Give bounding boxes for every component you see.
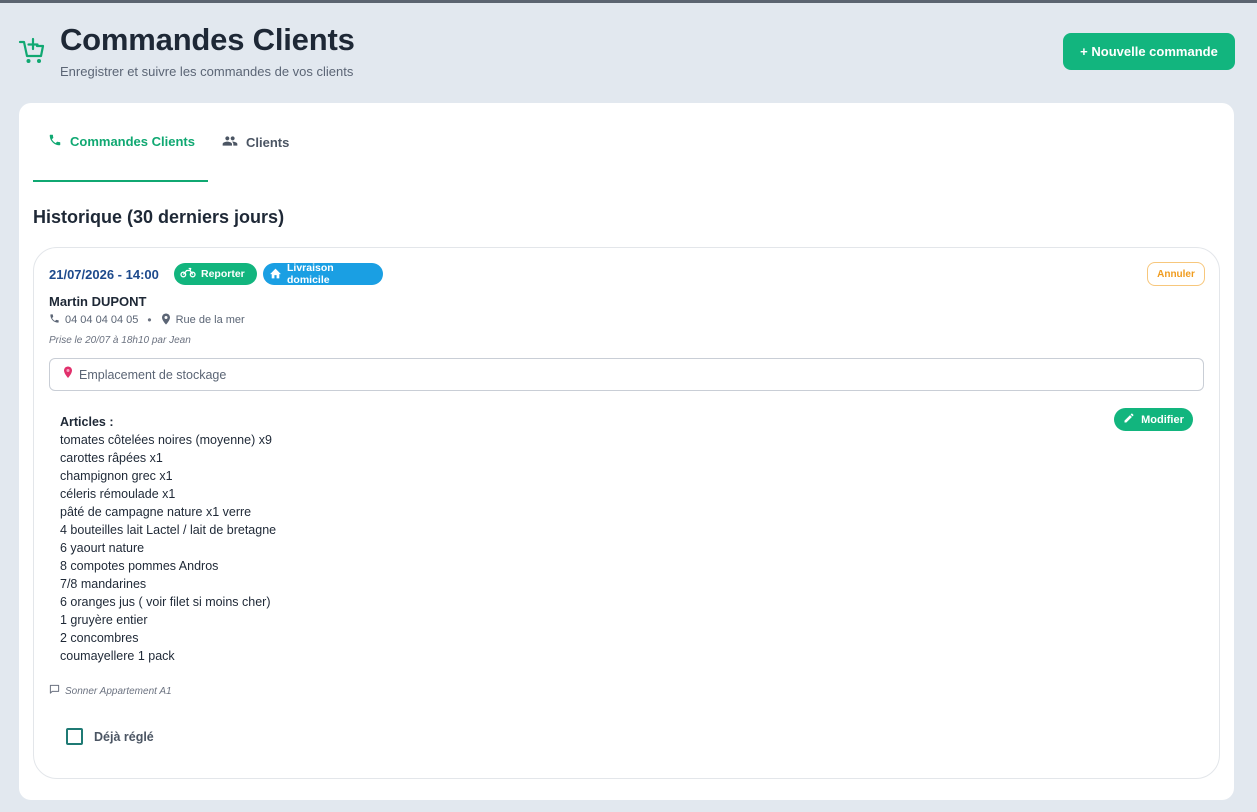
storage-location-input[interactable]	[79, 367, 1179, 382]
already-paid-toggle[interactable]: Déjà réglé	[66, 728, 154, 745]
article-item: 2 concombres	[60, 631, 139, 645]
home-icon	[269, 267, 287, 282]
phone-icon	[48, 133, 70, 150]
article-item: coumayellere 1 pack	[60, 649, 175, 663]
badge-label: Reporter	[201, 268, 245, 280]
page-title: Commandes Clients	[60, 22, 355, 57]
article-item: 4 bouteilles lait Lactel / lait de breta…	[60, 523, 277, 537]
phone-icon	[49, 313, 65, 327]
comment-text: Sonner Appartement A1	[65, 685, 172, 697]
article-item: champignon grec x1	[60, 469, 173, 483]
article-item: 7/8 mandarines	[60, 577, 147, 591]
comment-icon	[49, 684, 65, 698]
article-item: pâté de campagne nature x1 verre	[60, 505, 252, 519]
client-address: Rue de la mer	[175, 314, 245, 326]
order-comment: Sonner Appartement A1	[49, 684, 172, 698]
article-item: céleris rémoulade x1	[60, 487, 176, 501]
order-card: 21/07/2026 - 14:00 Reporter Livraison do…	[33, 247, 1220, 779]
page-subtitle: Enregistrer et suivre les commandes de v…	[60, 64, 354, 79]
tab-bar: Commandes Clients Clients	[33, 103, 433, 182]
storage-location-field[interactable]	[49, 358, 1204, 391]
articles-title: Articles :	[60, 415, 114, 429]
article-item: 6 yaourt nature	[60, 541, 145, 555]
pencil-icon	[1123, 412, 1141, 427]
cancel-button[interactable]: Annuler	[1147, 262, 1205, 286]
new-order-button[interactable]: + Nouvelle commande	[1063, 33, 1235, 70]
separator-dot: •	[147, 313, 152, 327]
article-item: 1 gruyère entier	[60, 613, 148, 627]
postpone-badge[interactable]: Reporter	[174, 263, 257, 285]
tab-clients[interactable]: Clients	[222, 103, 289, 182]
map-pin-icon	[63, 366, 79, 384]
badge-label: Livraison domicile	[287, 262, 334, 286]
history-title: Historique (30 derniers jours)	[33, 207, 285, 227]
article-item: 8 compotes pommes Andros	[60, 559, 219, 573]
already-paid-checkbox[interactable]	[66, 728, 83, 745]
people-icon	[222, 134, 246, 151]
edit-articles-button[interactable]: Modifier	[1114, 408, 1193, 431]
already-paid-label: Déjà réglé	[94, 729, 154, 744]
page-header: Commandes Clients Enregistrer et suivre …	[0, 0, 1257, 100]
order-datetime: 21/07/2026 - 14:00	[49, 267, 159, 282]
client-name: Martin DUPONT	[49, 294, 147, 309]
article-item: tomates côtelées noires (moyenne) x9	[60, 433, 272, 447]
order-taken-note: Prise le 20/07 à 18h10 par Jean	[49, 335, 191, 346]
tab-label: Commandes Clients	[70, 134, 195, 149]
client-phone: 04 04 04 04 05	[65, 314, 139, 326]
articles-section: Articles : tomates côtelées noires (moye…	[60, 413, 276, 665]
contact-info: 04 04 04 04 05 • Rue de la mer	[49, 313, 245, 327]
home-delivery-badge[interactable]: Livraison domicile	[263, 262, 383, 286]
tab-label: Clients	[246, 135, 290, 150]
location-pin-icon	[161, 313, 176, 328]
article-item: 6 oranges jus ( voir filet si moins cher…	[60, 595, 271, 609]
tab-customer-orders[interactable]: Commandes Clients	[33, 103, 208, 182]
motorbike-icon	[180, 267, 201, 281]
edit-label: Modifier	[1141, 413, 1184, 426]
main-card: Commandes Clients Clients Historique (30…	[19, 103, 1234, 800]
cart-add-icon	[18, 36, 46, 66]
article-item: carottes râpées x1	[60, 451, 163, 465]
